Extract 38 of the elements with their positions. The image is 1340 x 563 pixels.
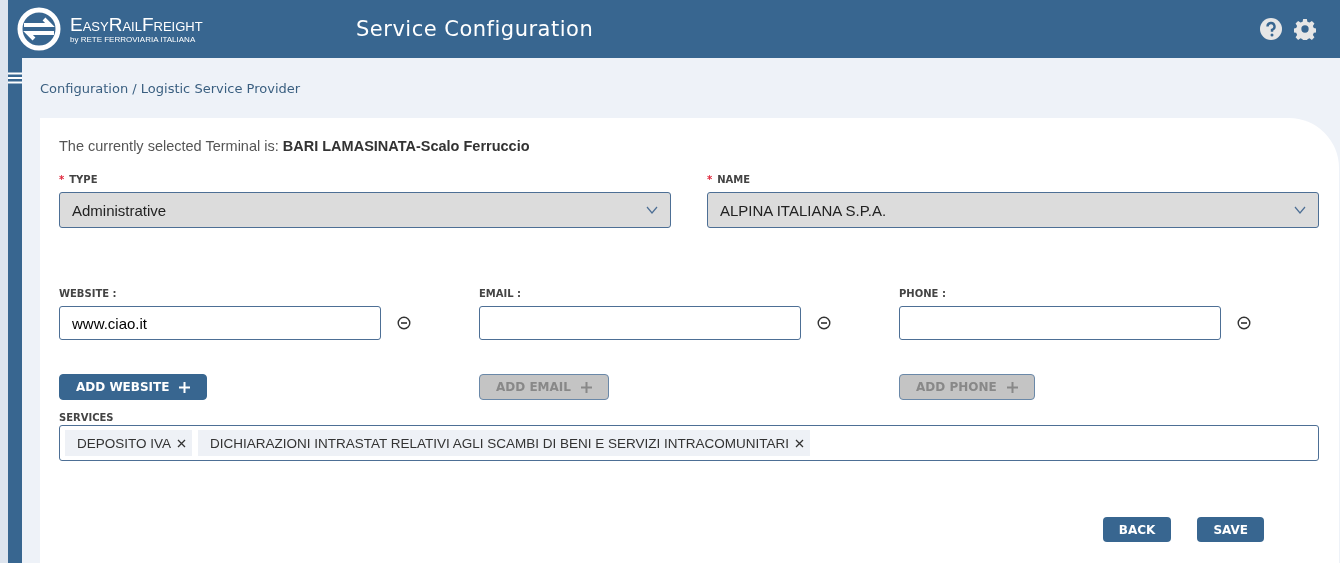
field-label: TYPE <box>69 174 98 185</box>
page-title: Service Configuration <box>356 17 595 41</box>
field-label: EMAIL : <box>479 288 523 299</box>
chevron-down-icon <box>1294 206 1306 214</box>
required-mark: * <box>707 174 713 185</box>
action-button[interactable]: SAVE <box>1197 517 1264 542</box>
plus-icon <box>179 381 191 393</box>
field-label: WEBSITE : <box>59 288 118 299</box>
brand-subtitle: by RETE FERROVIARIA ITALIANA <box>70 34 197 44</box>
remove-icon[interactable] <box>817 316 831 330</box>
dropdown[interactable]: ALPINA ITALIANA S.P.A. <box>707 192 1319 228</box>
add-button[interactable]: ADD WEBSITE <box>59 374 208 400</box>
input-field[interactable]: www.ciao.it <box>59 306 381 340</box>
chevron-down-icon <box>646 206 658 214</box>
input-field[interactable] <box>899 306 1221 340</box>
field-label: SERVICES <box>59 412 115 423</box>
plus-icon <box>1006 381 1018 393</box>
field-label: PHONE : <box>899 288 947 299</box>
tag-label: DICHIARAZIONI INTRASTAT RELATIVI AGLI SCAMBI DI BENI E SERVIZI INTRACOMUNITARI <box>210 435 790 451</box>
plus-icon <box>580 381 592 393</box>
dropdown[interactable]: Administrative <box>59 192 671 228</box>
services-field[interactable]: DEPOSITO IVA DICHIARAZIONI INTRASTAT RELATIVI AGLI SCAMBI DI BENI E SERVIZI INTRACOMUNITARI <box>59 425 1319 461</box>
brand-name: EasyRailFreight <box>70 14 203 35</box>
menu-icon[interactable] <box>8 72 22 84</box>
help-icon[interactable] <box>1260 18 1282 40</box>
field-label: NAME <box>717 174 751 185</box>
close-icon[interactable] <box>795 438 805 448</box>
tag-label: DEPOSITO IVA <box>77 435 172 451</box>
breadcrumb[interactable]: Configuration / Logistic Service Provider <box>40 58 1339 118</box>
required-mark: * <box>59 174 65 185</box>
action-button[interactable]: BACK <box>1102 517 1172 542</box>
selected-terminal-text: The currently selected Terminal is: BARI LAMASINATA-Scalo Ferruccio <box>59 138 531 154</box>
settings-icon[interactable] <box>1294 18 1316 40</box>
logo-icon <box>16 7 62 51</box>
input-field[interactable] <box>479 306 801 340</box>
close-icon[interactable] <box>177 438 187 448</box>
remove-icon[interactable] <box>397 316 411 330</box>
remove-icon[interactable] <box>1237 316 1251 330</box>
